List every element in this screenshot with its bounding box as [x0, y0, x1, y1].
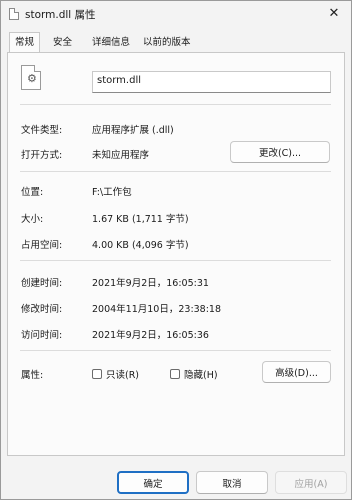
- size-on-disk-label: 占用空间:: [21, 240, 63, 251]
- tab-security[interactable]: 安全: [48, 33, 77, 52]
- size-label: 大小:: [21, 214, 44, 225]
- tab-bar: 常规 安全 详细信息 以前的版本: [1, 32, 351, 53]
- size-value: 1.67 KB (1,711 字节): [92, 214, 189, 225]
- apply-button[interactable]: 应用(A): [275, 471, 347, 494]
- general-panel: [7, 52, 345, 456]
- opens-with-value: 未知应用程序: [92, 150, 150, 161]
- location-label: 位置:: [21, 187, 44, 198]
- accessed-label: 访问时间:: [21, 330, 63, 341]
- divider: [20, 260, 331, 261]
- gear-icon: ⚙: [27, 72, 37, 85]
- created-label: 创建时间:: [21, 278, 63, 289]
- window-title: storm.dll 属性: [25, 9, 96, 21]
- hidden-checkbox[interactable]: [170, 369, 180, 379]
- hidden-label[interactable]: 隐藏(H): [184, 367, 218, 381]
- attributes-label: 属性:: [21, 370, 44, 381]
- location-value: F:\工作包: [92, 187, 132, 198]
- readonly-label[interactable]: 只读(R): [106, 367, 139, 381]
- file-type-value: 应用程序扩展 (.dll): [92, 125, 174, 136]
- readonly-checkbox[interactable]: [92, 369, 102, 379]
- size-on-disk-value: 4.00 KB (4,096 字节): [92, 240, 189, 251]
- modified-value: 2004年11月10日，23:38:18: [92, 304, 222, 315]
- accessed-value: 2021年9月2日，16:05:36: [92, 330, 209, 341]
- file-name-input[interactable]: storm.dll: [92, 71, 331, 93]
- change-button[interactable]: 更改(C)...: [230, 141, 330, 163]
- created-value: 2021年9月2日，16:05:31: [92, 278, 209, 289]
- modified-label: 修改时间:: [21, 304, 63, 315]
- dialog-footer: 确定 取消 应用(A): [1, 457, 351, 499]
- file-type-label: 文件类型:: [21, 125, 63, 136]
- advanced-button[interactable]: 高级(D)...: [262, 361, 331, 383]
- close-icon: ✕: [328, 5, 340, 21]
- file-icon: [9, 8, 19, 20]
- divider: [20, 104, 331, 105]
- tab-general[interactable]: 常规: [9, 32, 41, 53]
- cancel-button[interactable]: 取消: [196, 471, 268, 494]
- tab-previous-versions[interactable]: 以前的版本: [138, 33, 196, 52]
- title-bar[interactable]: storm.dll 属性 ✕: [1, 1, 351, 27]
- divider: [20, 350, 331, 351]
- properties-window: storm.dll 属性 ✕ 常规 安全 详细信息 以前的版本 ⚙ storm.…: [0, 0, 352, 500]
- tab-details[interactable]: 详细信息: [87, 33, 135, 52]
- opens-with-label: 打开方式:: [21, 150, 63, 161]
- divider: [20, 171, 331, 172]
- ok-button[interactable]: 确定: [117, 471, 189, 494]
- close-button[interactable]: ✕: [323, 3, 345, 23]
